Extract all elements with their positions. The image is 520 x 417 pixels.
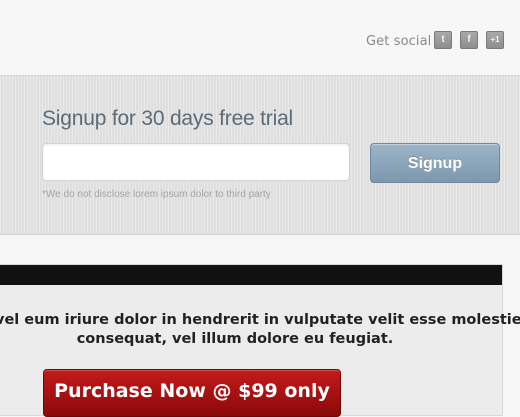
signup-section: Signup for 30 days free trial Signup *We… (0, 76, 520, 235)
twitter-icon[interactable]: t (434, 31, 452, 49)
facebook-icon[interactable]: f (460, 31, 478, 49)
pricing-card: vel eum iriure dolor in hendrerit in vul… (0, 264, 520, 417)
privacy-disclaimer: *We do not disclose lorem ipsum dolor to… (42, 189, 271, 200)
card-description: vel eum iriure dolor in hendrerit in vul… (0, 311, 520, 349)
get-social-label: Get social (366, 34, 432, 49)
purchase-button[interactable]: Purchase Now @ $99 only (43, 369, 341, 417)
signup-title: Signup for 30 days free trial (42, 107, 294, 130)
card-description-line-1: vel eum iriure dolor in hendrerit in vul… (0, 312, 520, 328)
signup-button[interactable]: Signup (370, 143, 500, 183)
card-description-line-2: consequat, vel illum dolore eu feugiat. (76, 331, 394, 347)
card-header-bar (0, 265, 502, 285)
top-header: Get social t f +1 (0, 0, 520, 76)
google-plus-icon[interactable]: +1 (486, 31, 504, 49)
email-input[interactable] (42, 143, 350, 181)
